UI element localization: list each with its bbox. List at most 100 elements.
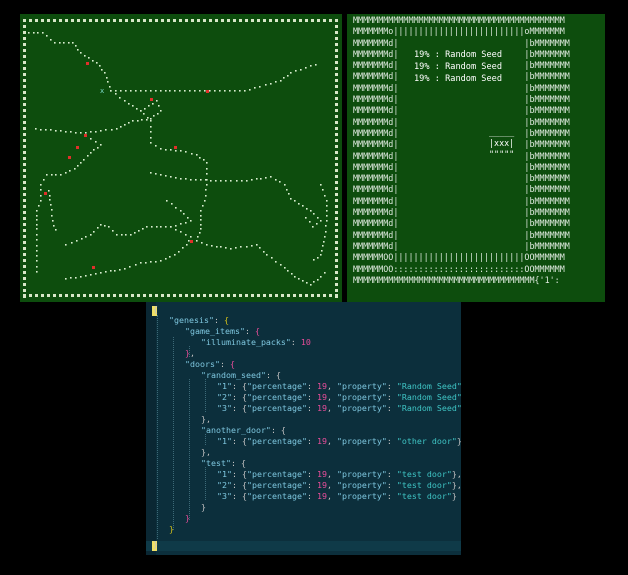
border-dash <box>263 19 266 22</box>
path-dot <box>90 274 92 276</box>
path-dot <box>241 180 243 182</box>
path-dot <box>84 55 86 57</box>
path-dot <box>265 84 267 86</box>
border-dash <box>41 19 44 22</box>
border-dash <box>263 294 266 297</box>
path-dot <box>71 242 73 244</box>
border-dash <box>161 19 164 22</box>
path-dot <box>210 180 212 182</box>
border-dash <box>311 294 314 297</box>
path-dot <box>279 181 281 183</box>
border-dash <box>23 241 26 244</box>
path-dot <box>205 189 207 191</box>
path-dot <box>132 120 134 122</box>
border-dash <box>53 294 56 297</box>
path-dot <box>100 130 102 132</box>
path-dot <box>290 198 292 200</box>
path-dot <box>180 178 182 180</box>
border-dash <box>335 43 338 46</box>
border-dash <box>29 19 32 22</box>
border-dash <box>23 127 26 130</box>
path-dot <box>115 93 117 95</box>
path-dot <box>75 277 77 279</box>
map-marker <box>86 62 89 65</box>
path-dot <box>270 176 272 178</box>
border-dash <box>323 19 326 22</box>
path-dot <box>165 226 167 228</box>
path-dot <box>249 89 251 91</box>
path-dot <box>200 179 202 181</box>
path-dot <box>51 209 53 211</box>
path-dot <box>36 210 38 212</box>
path-dot <box>185 234 187 236</box>
code-line-9: "2": {"percentage": 19, "property": "Ran… <box>217 392 461 402</box>
border-dash <box>125 294 128 297</box>
path-dot <box>300 69 302 71</box>
json-editor[interactable]: { "genesis": { "game_items": { "illumina… <box>146 302 461 555</box>
border-dash <box>221 19 224 22</box>
border-dash <box>335 265 338 268</box>
border-dash <box>23 223 26 226</box>
path-dot <box>188 240 190 242</box>
border-dash <box>23 79 26 82</box>
path-dot <box>184 90 186 92</box>
path-dot <box>284 267 286 269</box>
path-dot <box>201 242 203 244</box>
map-marker <box>174 146 177 149</box>
border-dash <box>257 294 260 297</box>
path-dot <box>124 100 126 102</box>
path-dot <box>315 64 317 66</box>
path-dot <box>204 90 206 92</box>
path-dot <box>320 184 322 186</box>
border-dash <box>215 294 218 297</box>
path-dot <box>140 110 142 112</box>
path-dot <box>196 154 198 156</box>
path-dot <box>134 232 136 234</box>
border-dash <box>335 253 338 256</box>
path-dot <box>77 49 79 51</box>
path-dot <box>169 256 171 258</box>
path-dot <box>266 254 268 256</box>
border-dash <box>191 294 194 297</box>
code-line-13: "1": {"percentage": 19, "property": "oth… <box>217 436 461 446</box>
path-dot <box>166 200 168 202</box>
path-dot <box>195 179 197 181</box>
border-dash <box>167 19 170 22</box>
path-dot <box>90 131 92 133</box>
path-dot <box>298 203 300 205</box>
path-dot <box>136 108 138 110</box>
border-dash <box>23 85 26 88</box>
border-dash <box>233 294 236 297</box>
path-dot <box>320 254 322 256</box>
border-dash <box>173 19 176 22</box>
path-dot <box>40 195 42 197</box>
path-dot <box>65 172 67 174</box>
path-dot <box>70 131 72 133</box>
dungeon-map-panel: x <box>20 14 342 302</box>
path-dot <box>219 90 221 92</box>
path-dot <box>306 208 308 210</box>
path-dot <box>280 80 282 82</box>
path-dot <box>256 178 258 180</box>
border-dash <box>29 294 32 297</box>
path-dot <box>80 162 82 164</box>
indent-guide <box>205 467 206 500</box>
map-paths <box>28 32 328 286</box>
path-dot <box>90 152 92 154</box>
border-dash <box>335 163 338 166</box>
border-dash <box>23 67 26 70</box>
path-dot <box>246 180 248 182</box>
border-dash <box>275 294 278 297</box>
border-dash <box>227 294 230 297</box>
path-dot <box>112 230 114 232</box>
path-dot <box>75 132 77 134</box>
border-dash <box>23 187 26 190</box>
path-dot <box>310 65 312 67</box>
path-dot <box>150 172 152 174</box>
border-dash <box>281 19 284 22</box>
border-dash <box>335 187 338 190</box>
path-dot <box>271 257 273 259</box>
path-dot <box>206 168 208 170</box>
path-dot <box>294 276 296 278</box>
path-dot <box>52 220 54 222</box>
